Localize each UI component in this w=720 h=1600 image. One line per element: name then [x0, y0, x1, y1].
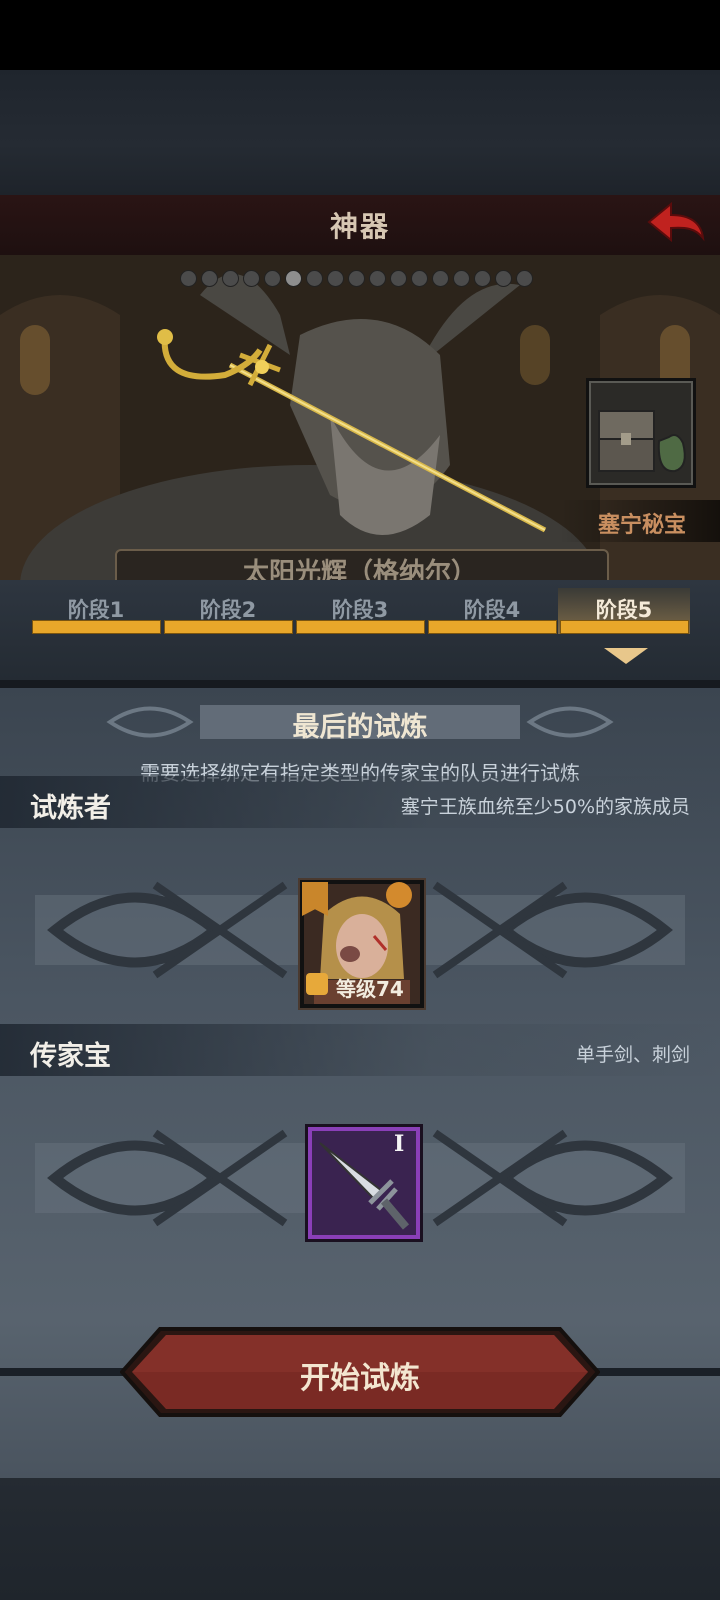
- heirloom-heading: 传家宝: [30, 1041, 111, 1072]
- stage-progress-segment: [32, 620, 161, 634]
- heirloom-requirement: 单手剑、刺剑: [575, 1044, 690, 1066]
- pager-dot[interactable]: [180, 270, 197, 287]
- treasure-chest-button[interactable]: [586, 378, 696, 488]
- trialist-requirement: 塞宁王族血统至少50%的家族成员: [400, 796, 690, 818]
- stage-progress-segment: [164, 620, 293, 634]
- pager-dot[interactable]: [390, 270, 407, 287]
- back-arrow-icon[interactable]: [645, 200, 707, 246]
- pager-dot[interactable]: [264, 270, 281, 287]
- top-dark-band: [0, 70, 720, 195]
- status-bar: [0, 0, 720, 70]
- heirloom-tier: I: [394, 1131, 405, 1157]
- trial-title: 最后的试炼: [292, 712, 428, 743]
- pager-dot[interactable]: [411, 270, 428, 287]
- artifact-pager[interactable]: [180, 270, 550, 288]
- trialist-level: 等级74: [336, 977, 404, 1001]
- pager-dot[interactable]: [369, 270, 386, 287]
- stage-progress-bar: [32, 620, 689, 634]
- stage-progress-segment: [428, 620, 557, 634]
- swap-member-icon[interactable]: [386, 882, 412, 908]
- pager-dot[interactable]: [495, 270, 512, 287]
- pager-dot[interactable]: [516, 270, 533, 287]
- pager-dot[interactable]: [474, 270, 491, 287]
- pager-dot[interactable]: [348, 270, 365, 287]
- pager-dot[interactable]: [306, 270, 323, 287]
- pager-dot[interactable]: [243, 270, 260, 287]
- panel-divider: [0, 680, 720, 688]
- pager-dot[interactable]: [285, 270, 302, 287]
- treasure-label: 塞宁秘宝: [598, 513, 687, 538]
- page-title: 神器: [329, 210, 390, 243]
- stage-progress-segment: [296, 620, 425, 634]
- pager-dot[interactable]: [432, 270, 449, 287]
- pager-dot[interactable]: [201, 270, 218, 287]
- start-trial-label: 开始试炼: [300, 1361, 420, 1396]
- pager-dot[interactable]: [327, 270, 344, 287]
- stage-indicator-arrow-icon: [604, 648, 648, 664]
- bottom-band: [0, 1478, 720, 1600]
- pager-dot[interactable]: [453, 270, 470, 287]
- trialist-heading: 试炼者: [30, 793, 111, 824]
- stage-progress-segment: [560, 620, 689, 634]
- shield-icon: [306, 973, 328, 995]
- treasure-chest-icon: [598, 410, 686, 473]
- pager-dot[interactable]: [222, 270, 239, 287]
